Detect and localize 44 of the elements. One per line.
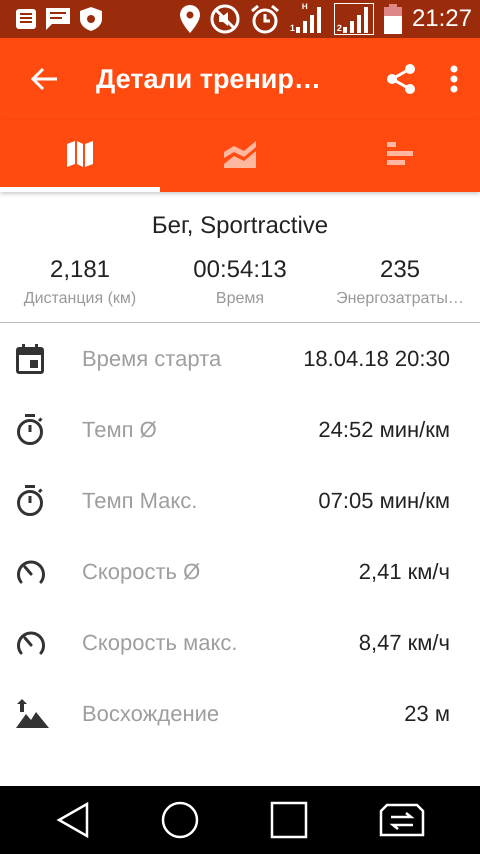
detail-label: Скорость Ø: [82, 558, 202, 584]
stat-label: Энергозатраты…: [336, 290, 464, 308]
battery-icon: [384, 4, 402, 34]
stopwatch-icon: [16, 484, 44, 516]
stat-value: 235: [380, 256, 420, 284]
sim-number: 1: [290, 24, 295, 33]
mountain-arrow-icon: [16, 698, 50, 728]
more-options-icon: [450, 65, 458, 93]
back-arrow-icon: [30, 67, 58, 91]
location-icon: [180, 5, 200, 33]
stat-label: Время: [216, 290, 264, 308]
detail-value: 2,41 км/ч: [358, 558, 450, 584]
sim-number: 2: [336, 24, 342, 33]
detail-label: Время старта: [82, 346, 222, 372]
share-icon: [386, 64, 416, 94]
screen-title: Детали тренир…: [96, 64, 322, 94]
detail-value: 24:52 мин/км: [318, 416, 450, 442]
clock-time: 21:27: [412, 5, 472, 33]
map-icon: [66, 140, 94, 168]
signal-icon: [296, 5, 324, 33]
detail-label: Скорость макс.: [82, 630, 238, 656]
detail-value: 07:05 мин/км: [318, 488, 450, 514]
document-icon: [16, 9, 36, 29]
detail-label: Темп Ø: [82, 416, 158, 442]
mute-icon: [210, 4, 240, 34]
stat-label: Дистанция (км): [24, 290, 136, 308]
detail-label: Темп Макс.: [82, 488, 198, 514]
network-type: H: [302, 2, 308, 11]
speedometer-icon: [16, 558, 46, 586]
bar-chart-icon: [387, 142, 413, 166]
activity-title: Бег, Sportractive: [152, 212, 328, 240]
speedometer-icon: [16, 628, 46, 656]
stopwatch-icon: [16, 414, 44, 446]
stat-value: 00:54:13: [193, 256, 287, 284]
stat-value: 2,181: [50, 256, 110, 284]
detail-value: 18.04.18 20:30: [303, 346, 450, 372]
message-icon: [46, 8, 70, 30]
detail-value: 8,47 км/ч: [358, 630, 450, 656]
bug-shield-icon: [80, 7, 102, 31]
detail-label: Восхождение: [82, 700, 220, 726]
area-chart-icon: [224, 140, 256, 168]
alarm-icon: [250, 4, 280, 34]
calendar-icon: [16, 344, 44, 374]
detail-value: 23 м: [404, 700, 450, 726]
